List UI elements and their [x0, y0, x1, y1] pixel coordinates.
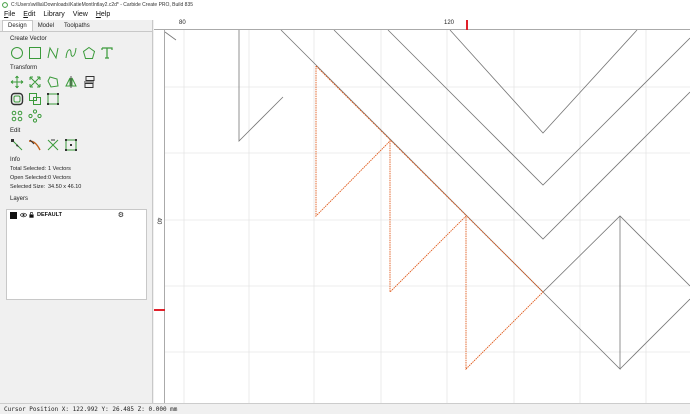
- boolean-icon[interactable]: [27, 91, 42, 106]
- polygon-icon[interactable]: [81, 45, 96, 60]
- rotate-icon[interactable]: [45, 74, 60, 89]
- lock-icon[interactable]: [29, 212, 34, 218]
- cursor-position: Cursor Position X: 122.992 Y: 26.485 Z: …: [4, 405, 178, 413]
- tab-model[interactable]: Model: [33, 21, 59, 31]
- menu-library[interactable]: Library: [39, 11, 68, 18]
- app-icon: [2, 1, 8, 8]
- edit-tools: [0, 136, 152, 153]
- section-transform: Transform: [10, 65, 38, 71]
- layer-name: DEFAULT: [37, 212, 62, 218]
- ruler-label-80: 80: [179, 20, 186, 26]
- info-total-selected: Total Selected: 1 Vectors: [10, 166, 71, 172]
- menu-edit[interactable]: Edit: [19, 11, 39, 18]
- create-vector-tools: [0, 44, 152, 61]
- ruler-label-40: 40: [155, 217, 162, 225]
- ruler-cursor-marker-x: [466, 20, 468, 30]
- layer-row[interactable]: DEFAULT ⚙: [7, 210, 146, 220]
- menu-view[interactable]: View: [69, 11, 92, 18]
- circular-array-icon[interactable]: [27, 108, 42, 123]
- status-bar: Cursor Position X: 122.992 Y: 26.485 Z: …: [0, 403, 690, 414]
- menu-file[interactable]: File: [0, 11, 19, 18]
- info-selected-size: Selected Size: 34.50 x 46.10: [10, 184, 82, 190]
- eye-icon[interactable]: [20, 212, 27, 218]
- grid: [165, 30, 690, 403]
- node-edit-icon[interactable]: [9, 137, 24, 152]
- box-select-icon[interactable]: [63, 137, 78, 152]
- ruler-cursor-marker-y: [154, 309, 165, 311]
- mirror-icon[interactable]: [63, 74, 78, 89]
- circle-icon[interactable]: [9, 45, 24, 60]
- trim-icon[interactable]: [27, 137, 42, 152]
- curve-icon[interactable]: [63, 45, 78, 60]
- ruler-label-120: 120: [444, 20, 455, 26]
- align-icon[interactable]: [81, 74, 96, 89]
- gear-icon[interactable]: ⚙: [118, 211, 124, 219]
- menu-help[interactable]: Help: [92, 11, 114, 18]
- tab-toolpaths[interactable]: Toolpaths: [59, 21, 95, 31]
- tab-design[interactable]: Design: [2, 20, 33, 31]
- layers-list: DEFAULT ⚙: [6, 209, 147, 300]
- transform-tools-row-1: [0, 73, 152, 90]
- design-canvas[interactable]: 80 120 40: [154, 20, 690, 403]
- window-title: C:\Users\willia\Downloads\KatieMontIntla…: [11, 1, 194, 8]
- transform-tools-row-3: [0, 107, 152, 124]
- text-icon[interactable]: [99, 45, 114, 60]
- horizontal-ruler: 80 120: [154, 20, 690, 30]
- title-bar: C:\Users\willia\Downloads\KatieMontIntla…: [0, 0, 690, 9]
- section-info: Info: [10, 157, 21, 163]
- rectangle-icon[interactable]: [27, 45, 42, 60]
- layer-color-swatch[interactable]: [10, 211, 17, 219]
- move-icon[interactable]: [9, 74, 24, 89]
- vector-shapes: [164, 29, 690, 370]
- tab-bar: Design Model Toolpaths: [0, 20, 152, 32]
- section-edit: Edit: [10, 128, 21, 134]
- array-icon[interactable]: [9, 108, 24, 123]
- vertical-ruler: 40: [154, 30, 165, 403]
- selected-vector: [315, 65, 544, 371]
- canvas-drawing[interactable]: [154, 20, 690, 403]
- join-icon[interactable]: [45, 91, 60, 106]
- menu-bar: File Edit Library View Help: [0, 9, 690, 20]
- section-create-vector: Create Vector: [10, 36, 47, 42]
- transform-tools-row-2: [0, 90, 152, 107]
- section-layers: Layers: [10, 196, 29, 202]
- resize-icon[interactable]: [27, 74, 42, 89]
- offset-icon[interactable]: [9, 91, 24, 106]
- cut-icon[interactable]: [45, 137, 60, 152]
- info-open-selected: Open Selected: 0 Vectors: [10, 175, 71, 181]
- polyline-icon[interactable]: [45, 45, 60, 60]
